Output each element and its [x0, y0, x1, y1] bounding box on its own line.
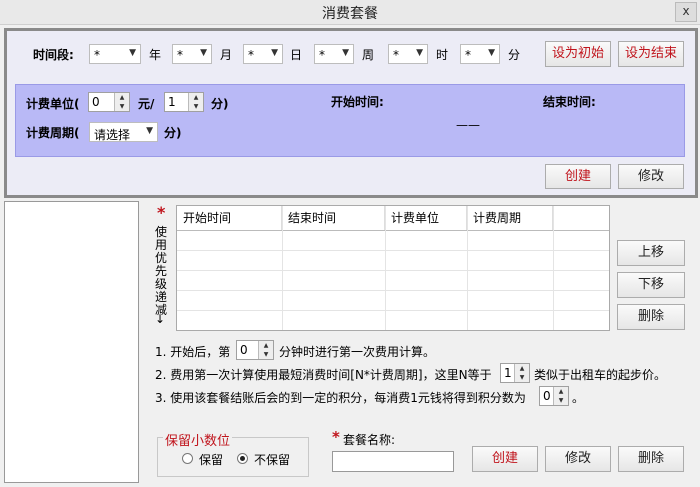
keep-decimal-label[interactable]: 保留	[199, 451, 223, 468]
billing-cycle-label: 计费周期(	[26, 126, 80, 140]
grid-col-line	[385, 206, 386, 330]
close-button[interactable]: x	[675, 2, 697, 22]
rules-grid[interactable]: 开始时间 结束时间 计费单位 计费周期	[176, 205, 610, 331]
year-unit: 年	[149, 48, 162, 62]
chevron-down-icon: ▼	[129, 48, 136, 58]
spin-arrows-icon[interactable]: ▲ ▼	[258, 341, 273, 359]
minimum-n-stepper[interactable]: 1 ▲ ▼	[500, 363, 530, 383]
set-start-button[interactable]: 设为初始	[545, 41, 611, 67]
priority-label: 使用优先级递减	[155, 225, 168, 317]
spin-arrows-icon[interactable]: ▲ ▼	[553, 387, 568, 405]
chevron-down-icon: ▼	[488, 48, 495, 58]
spin-arrows-icon[interactable]: ▲ ▼	[514, 364, 529, 382]
billing-unit-value: 0	[92, 95, 100, 109]
package-delete-button[interactable]: 删除	[618, 446, 684, 472]
billing-unit-label: 计费单位(	[26, 97, 80, 111]
billing-minutes-value: 1	[168, 95, 176, 109]
no-decimal-radio[interactable]	[237, 453, 248, 464]
grid-header-divider	[177, 230, 609, 231]
start-time-label: 开始时间:	[331, 95, 384, 109]
billing-unit-suffix: 分)	[211, 97, 229, 111]
grid-col-line	[553, 206, 554, 330]
grid-row-line	[177, 290, 609, 291]
month-unit: 月	[220, 48, 233, 62]
frame-modify-button[interactable]: 修改	[618, 164, 684, 189]
hour-select[interactable]: * ▼	[388, 44, 428, 64]
points-stepper[interactable]: 0 ▲ ▼	[539, 386, 569, 406]
keep-decimal-radio[interactable]	[182, 453, 193, 464]
month-value: *	[177, 48, 183, 62]
no-decimal-label[interactable]: 不保留	[254, 451, 290, 468]
note-2-prefix: 2. 费用第一次计算使用最短消费时间[N*计费周期]，这里N等于	[155, 368, 492, 382]
set-end-button[interactable]: 设为结束	[618, 41, 684, 67]
grid-header-unit: 计费单位	[385, 206, 467, 230]
day-value: *	[248, 48, 254, 62]
hour-unit: 时	[436, 48, 449, 62]
first-charge-minute-stepper[interactable]: 0 ▲ ▼	[236, 340, 274, 360]
grid-header-end: 结束时间	[282, 206, 385, 230]
chevron-down-icon: ▼	[146, 126, 153, 136]
month-select[interactable]: * ▼	[172, 44, 212, 64]
period-label: 时间段:	[33, 48, 74, 62]
minute-value: *	[465, 48, 471, 62]
minute-unit: 分	[508, 48, 521, 62]
grid-row-line	[177, 250, 609, 251]
billing-cycle-select[interactable]: 请选择 ▼	[89, 122, 158, 142]
end-time-label: 结束时间:	[543, 95, 596, 109]
week-unit: 周	[362, 48, 375, 62]
hour-value: *	[393, 48, 399, 62]
first-charge-minute-value: 0	[240, 343, 248, 357]
billing-unit-mid: 元/	[138, 97, 155, 111]
grid-row-line	[177, 270, 609, 271]
spin-arrows-icon[interactable]: ▲ ▼	[188, 93, 203, 111]
week-select[interactable]: * ▼	[314, 44, 354, 64]
move-up-button[interactable]: 上移	[617, 240, 685, 266]
arrow-down-icon: ↓	[155, 312, 166, 326]
package-name-label: 套餐名称:	[343, 433, 396, 447]
priority-required-mark: *	[157, 203, 166, 222]
decimal-group-legend: 保留小数位	[163, 430, 233, 449]
grid-header-start: 开始时间	[177, 206, 282, 230]
time-range-dash: ——	[456, 118, 480, 132]
package-modify-button[interactable]: 修改	[545, 446, 611, 472]
day-unit: 日	[290, 48, 303, 62]
year-value: *	[94, 48, 100, 62]
package-name-required-mark: *	[332, 428, 340, 446]
package-list[interactable]	[4, 201, 139, 483]
billing-minutes-stepper[interactable]: 1 ▲ ▼	[164, 92, 204, 112]
move-down-button[interactable]: 下移	[617, 272, 685, 298]
window-title: 消费套餐	[322, 6, 378, 22]
minute-select[interactable]: * ▼	[460, 44, 500, 64]
week-value: *	[319, 48, 325, 62]
package-create-button[interactable]: 创建	[472, 446, 538, 472]
minimum-n-value: 1	[504, 366, 512, 380]
grid-delete-button[interactable]: 删除	[617, 304, 685, 330]
chevron-down-icon: ▼	[342, 48, 349, 58]
note-2-suffix: 类似于出租车的起步价。	[534, 368, 667, 382]
package-name-input[interactable]	[332, 451, 454, 472]
grid-row-line	[177, 310, 609, 311]
grid-col-line	[467, 206, 468, 330]
note-1-suffix: 分钟时进行第一次费用计算。	[279, 345, 436, 359]
billing-unit-stepper[interactable]: 0 ▲ ▼	[88, 92, 130, 112]
note-3-suffix: 。	[572, 391, 585, 405]
frame-create-button[interactable]: 创建	[545, 164, 611, 189]
chevron-down-icon: ▼	[200, 48, 207, 58]
chevron-down-icon: ▼	[416, 48, 423, 58]
year-select[interactable]: * ▼	[89, 44, 141, 64]
billing-cycle-suffix: 分)	[164, 126, 182, 140]
billing-cycle-value: 请选择	[94, 128, 131, 142]
note-1-prefix: 1. 开始后，第	[155, 345, 231, 359]
chevron-down-icon: ▼	[271, 48, 278, 58]
note-3-prefix: 3. 使用该套餐结账后会的到一定的积分，每消费1元钱将得到积分数为	[155, 391, 526, 405]
points-value: 0	[543, 389, 551, 403]
grid-header-cycle: 计费周期	[467, 206, 553, 230]
spin-arrows-icon[interactable]: ▲ ▼	[114, 93, 129, 111]
day-select[interactable]: * ▼	[243, 44, 283, 64]
grid-col-line	[282, 206, 283, 330]
